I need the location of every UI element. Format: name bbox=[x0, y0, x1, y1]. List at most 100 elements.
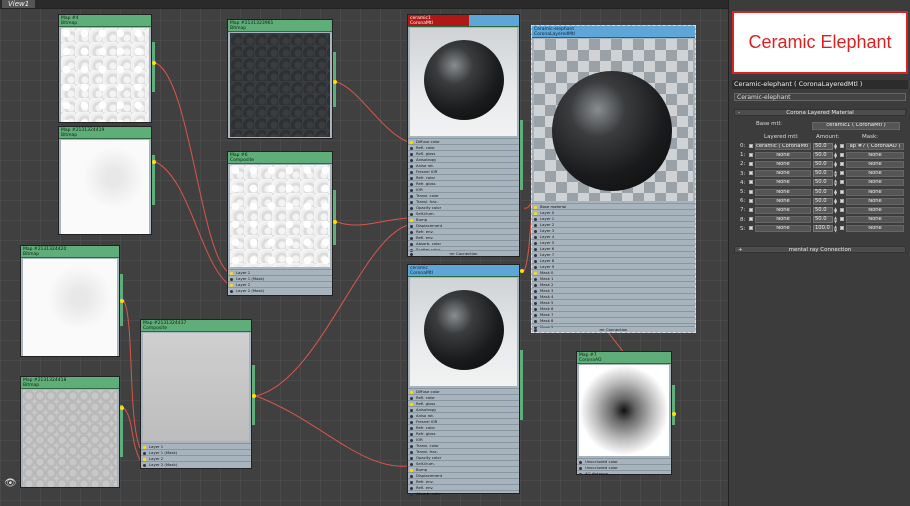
layer-amount-spinner[interactable]: 50.0 bbox=[813, 170, 833, 178]
spinner-arrows-icon[interactable]: ▲ ▼ bbox=[833, 216, 838, 224]
node-map6-composite[interactable]: Map #6 Composite Layer 1 Layer 1 (Mask) L… bbox=[227, 151, 333, 296]
mr-connection-slot[interactable]: mr Connection bbox=[532, 326, 695, 332]
node-map-composite-2[interactable]: Map #2131324437 Composite Layer 1 Layer 1… bbox=[140, 319, 252, 469]
mr-connection-slot[interactable]: mr Connection bbox=[408, 250, 519, 256]
output-port[interactable] bbox=[672, 385, 675, 425]
node-map-bitmap-c[interactable]: Map #2131324418 Bitmap bbox=[20, 376, 120, 488]
node-header[interactable]: Ceramic-elephant CoronaLayeredMtl bbox=[532, 26, 695, 38]
layer-enable-checkbox[interactable] bbox=[749, 152, 753, 157]
layer-mtl-button[interactable]: ceramic ( CoronaMtl ) bbox=[755, 142, 811, 150]
layer-mask-button[interactable]: None bbox=[846, 160, 904, 168]
output-socket[interactable] bbox=[520, 269, 524, 273]
layer-amount-spinner[interactable]: 50.0 bbox=[813, 197, 833, 205]
node-ceramic-coronamtl[interactable]: ceramic CoronaMtl Diffuse color Refl. colo… bbox=[407, 264, 520, 496]
layer-enable-checkbox[interactable] bbox=[749, 217, 753, 222]
mask-enable-checkbox[interactable] bbox=[840, 207, 844, 212]
node-map-bitmap-a[interactable]: Map #2131324419 Bitmap bbox=[58, 126, 152, 235]
layer-mask-button[interactable]: None bbox=[846, 206, 904, 214]
layer-amount-spinner[interactable]: 50.0 bbox=[813, 206, 833, 214]
material-name-field[interactable]: Ceramic-elephant bbox=[734, 93, 906, 101]
slate-node-view[interactable]: View1 Map #4 Bitmap Map #2131324419 Bitmap… bbox=[0, 0, 728, 506]
spinner-arrows-icon[interactable]: ▲ ▼ bbox=[833, 170, 838, 178]
output-socket[interactable] bbox=[120, 299, 124, 303]
layer-enable-checkbox[interactable] bbox=[749, 207, 753, 212]
node-map4[interactable]: Map #4 Bitmap bbox=[58, 14, 152, 123]
output-socket[interactable] bbox=[333, 80, 337, 84]
output-socket[interactable] bbox=[333, 220, 337, 224]
layer-mtl-button[interactable]: None bbox=[755, 197, 811, 205]
node-header[interactable]: Map #2131324437 Composite bbox=[141, 320, 251, 332]
spinner-arrows-icon[interactable]: ▲ ▼ bbox=[833, 197, 838, 205]
layer-amount-spinner[interactable]: 50.0 bbox=[813, 179, 833, 187]
node-ceramic-elephant-layeredmtl[interactable]: Ceramic-elephant CoronaLayeredMtl Base ma… bbox=[531, 25, 696, 333]
spinner-arrows-icon[interactable]: ▲ ▼ bbox=[833, 160, 838, 168]
layer-enable-checkbox[interactable] bbox=[749, 180, 753, 185]
layer-mtl-button[interactable]: None bbox=[755, 206, 811, 214]
mask-enable-checkbox[interactable] bbox=[840, 171, 844, 176]
output-port[interactable] bbox=[120, 405, 123, 457]
node-header[interactable]: Map #7 CoronaAO bbox=[577, 352, 671, 364]
output-port[interactable] bbox=[520, 350, 523, 420]
layer-mtl-button[interactable]: None bbox=[755, 188, 811, 196]
node-ceramic1-coronamtl[interactable]: ceramic1 CoronaMtl Diffuse color Refl. col… bbox=[407, 14, 520, 257]
spinner-arrows-icon[interactable]: ▲ ▼ bbox=[833, 206, 838, 214]
node-map-bitmap-b[interactable]: Map #2131324420 Bitmap bbox=[20, 245, 120, 357]
layer-enable-checkbox[interactable] bbox=[749, 226, 753, 231]
output-socket[interactable] bbox=[152, 160, 156, 164]
layer-amount-spinner[interactable]: 50.0 bbox=[813, 142, 833, 150]
layer-amount-spinner[interactable]: 50.0 bbox=[813, 216, 833, 224]
layer-enable-checkbox[interactable] bbox=[749, 189, 753, 194]
node-header[interactable]: Map #6 Composite bbox=[228, 152, 332, 164]
layer-enable-checkbox[interactable] bbox=[749, 161, 753, 166]
mask-enable-checkbox[interactable] bbox=[840, 189, 844, 194]
layer-mtl-button[interactable]: None bbox=[755, 170, 811, 178]
mask-enable-checkbox[interactable] bbox=[840, 143, 844, 148]
layer-mask-button[interactable]: ap #7 ( CoronaAO ) bbox=[846, 142, 904, 150]
input-slot[interactable]: Layer 2 (Mask) bbox=[141, 461, 251, 467]
node-header[interactable]: ceramic1 CoronaMtl bbox=[408, 15, 519, 27]
mask-enable-checkbox[interactable] bbox=[840, 226, 844, 231]
layer-mtl-button[interactable]: None bbox=[755, 179, 811, 187]
output-socket[interactable] bbox=[152, 61, 156, 65]
layer-mask-button[interactable]: None bbox=[846, 151, 904, 159]
mask-enable-checkbox[interactable] bbox=[840, 161, 844, 166]
rollout-corona-layered[interactable]: - Corona Layered Material bbox=[734, 109, 906, 116]
spinner-arrows-icon[interactable]: ▲ ▼ bbox=[833, 142, 838, 150]
layer-amount-spinner[interactable]: 50.0 bbox=[813, 188, 833, 196]
spinner-arrows-icon[interactable]: ▲ ▼ bbox=[833, 188, 838, 196]
rollout-mental-ray[interactable]: + mental ray Connection bbox=[734, 246, 906, 253]
mask-enable-checkbox[interactable] bbox=[840, 180, 844, 185]
mask-enable-checkbox[interactable] bbox=[840, 152, 844, 157]
layer-enable-checkbox[interactable] bbox=[749, 198, 753, 203]
base-mtl-button[interactable]: ceramic1 ( CoronaMtl ) bbox=[812, 121, 900, 130]
mask-enable-checkbox[interactable] bbox=[840, 217, 844, 222]
spinner-arrows-icon[interactable]: ▲ ▼ bbox=[833, 179, 838, 187]
node-header[interactable]: Map #2131324420 Bitmap bbox=[21, 246, 119, 258]
node-map7-coronaao[interactable]: Map #7 CoronaAO Unoccluded color Unocclud… bbox=[576, 351, 672, 476]
layer-enable-checkbox[interactable] bbox=[749, 171, 753, 176]
layer-mtl-button[interactable]: None bbox=[755, 216, 811, 224]
layer-enable-checkbox[interactable] bbox=[749, 143, 753, 148]
output-socket[interactable] bbox=[120, 406, 124, 410]
layer-mtl-button[interactable]: None bbox=[755, 160, 811, 168]
layer-mask-button[interactable]: None bbox=[846, 170, 904, 178]
layer-mask-button[interactable]: None bbox=[846, 216, 904, 224]
layer-mask-button[interactable]: None bbox=[846, 197, 904, 205]
node-header[interactable]: Map #2131324418 Bitmap bbox=[21, 377, 119, 389]
output-port[interactable] bbox=[152, 42, 155, 92]
spinner-arrows-icon[interactable]: ▲ ▼ bbox=[833, 151, 838, 159]
node-header[interactable]: Map #4 Bitmap bbox=[59, 15, 151, 27]
layer-amount-spinner[interactable]: 100.0 bbox=[813, 225, 833, 233]
layer-amount-spinner[interactable]: 50.0 bbox=[813, 151, 833, 159]
layer-mask-button[interactable]: None bbox=[846, 225, 904, 233]
binoculars-icon[interactable]: 👁 bbox=[4, 478, 17, 489]
layer-mask-button[interactable]: None bbox=[846, 188, 904, 196]
node-header[interactable]: Map #2131324419 Bitmap bbox=[59, 127, 151, 139]
layer-mask-button[interactable]: None bbox=[846, 179, 904, 187]
output-socket[interactable] bbox=[672, 412, 676, 416]
input-slot[interactable]: AO distance bbox=[577, 470, 671, 476]
layer-amount-spinner[interactable]: 50.0 bbox=[813, 160, 833, 168]
output-port[interactable] bbox=[520, 120, 523, 190]
node-map-bitmap-dark[interactable]: Map #2131323961 Bitmap bbox=[227, 19, 333, 139]
input-slot[interactable]: Absorb. color bbox=[408, 490, 519, 496]
